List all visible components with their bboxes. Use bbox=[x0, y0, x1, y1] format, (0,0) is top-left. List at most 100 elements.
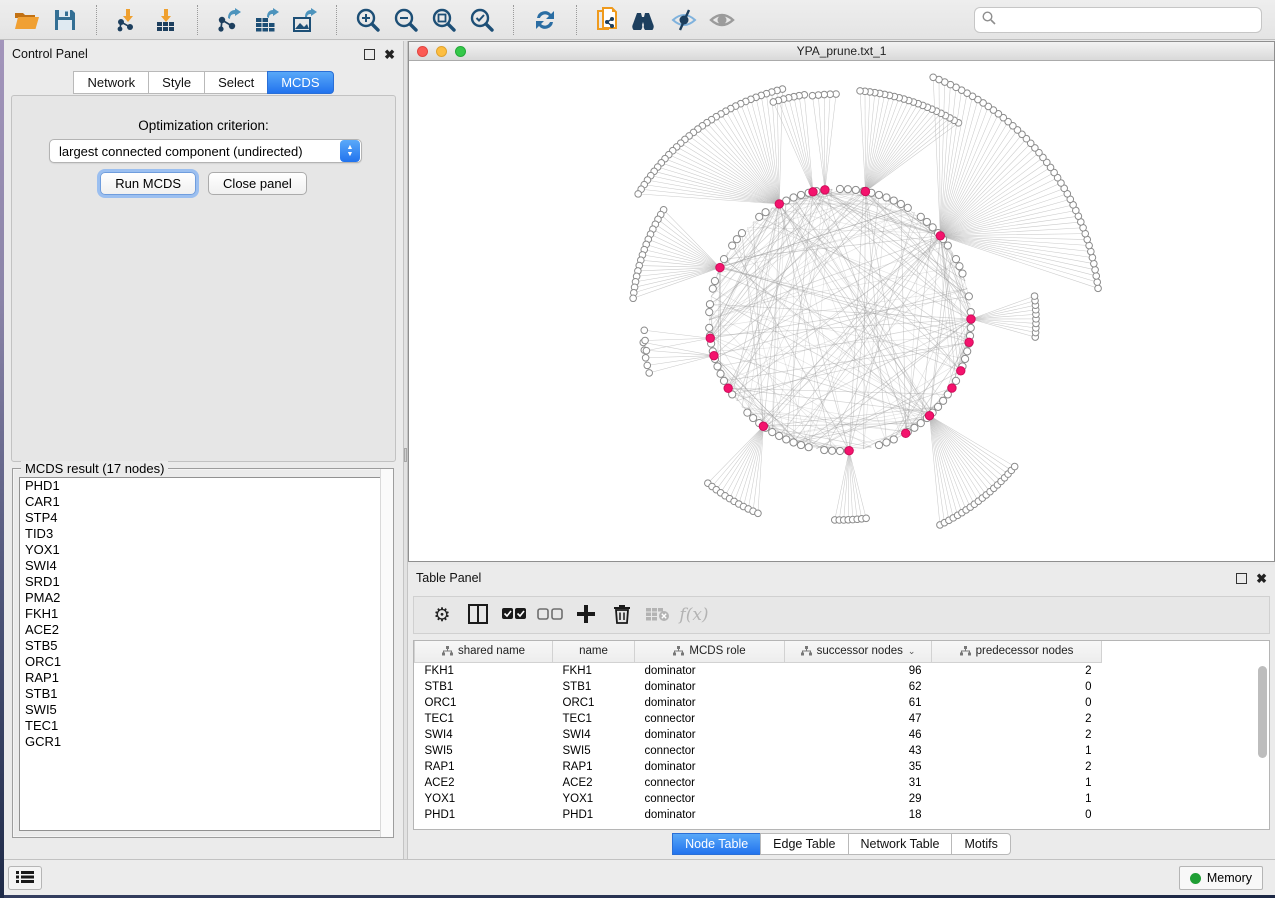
run-mcds-button[interactable]: Run MCDS bbox=[100, 172, 196, 195]
control-panel-tab[interactable]: MCDS bbox=[267, 71, 333, 94]
export-image-button[interactable] bbox=[286, 3, 324, 37]
column-header[interactable]: MCDS role ⌄ bbox=[635, 641, 785, 662]
import-network-icon bbox=[116, 8, 140, 32]
table-tab[interactable]: Network Table bbox=[848, 833, 952, 855]
column-header[interactable]: successor nodes ⌄ bbox=[785, 641, 932, 662]
table-row[interactable]: ACE2ACE2connector 311 bbox=[415, 775, 1259, 791]
splitter-grip[interactable] bbox=[404, 448, 407, 462]
select-all-columns-button[interactable] bbox=[496, 599, 532, 631]
table-row[interactable]: STB1STB1dominator 620 bbox=[415, 679, 1259, 695]
table-row[interactable]: YOX1YOX1connector 291 bbox=[415, 791, 1259, 807]
eye-slash-icon bbox=[671, 9, 697, 31]
delete-column-button[interactable] bbox=[604, 599, 640, 631]
hide-panel-button[interactable] bbox=[665, 3, 703, 37]
mcds-result-item[interactable]: SRD1 bbox=[20, 574, 386, 590]
float-table-panel-icon[interactable] bbox=[1236, 573, 1247, 584]
network-view[interactable] bbox=[409, 61, 1274, 561]
main-toolbar bbox=[0, 0, 1275, 40]
export-network-button[interactable] bbox=[210, 3, 248, 37]
import-table-button[interactable] bbox=[147, 3, 185, 37]
table-row[interactable]: SWI4SWI4dominator 462 bbox=[415, 727, 1259, 743]
hierarchy-icon bbox=[801, 646, 812, 656]
criterion-select[interactable]: largest connected component (undirected)… bbox=[49, 139, 362, 163]
unselect-all-columns-button[interactable] bbox=[532, 599, 568, 631]
control-panel-tab[interactable]: Select bbox=[204, 71, 267, 94]
float-panel-icon[interactable] bbox=[364, 49, 375, 60]
export-table-icon bbox=[254, 8, 280, 32]
zoom-out-icon bbox=[394, 8, 418, 32]
mcds-result-item[interactable]: FKH1 bbox=[20, 606, 386, 622]
mcds-result-item[interactable]: YOX1 bbox=[20, 542, 386, 558]
search-input[interactable] bbox=[996, 13, 1261, 27]
columns-icon bbox=[468, 604, 488, 627]
memory-status-icon bbox=[1190, 873, 1201, 884]
import-network-button[interactable] bbox=[109, 3, 147, 37]
mcds-result-item[interactable]: STB5 bbox=[20, 638, 386, 654]
control-panel-title: Control Panel bbox=[12, 47, 364, 61]
close-window-icon[interactable] bbox=[417, 46, 428, 57]
table-settings-button[interactable]: ⚙ bbox=[424, 599, 460, 631]
clone-network-button[interactable] bbox=[589, 3, 627, 37]
mcds-result-item[interactable]: SWI5 bbox=[20, 702, 386, 718]
add-column-button[interactable] bbox=[568, 599, 604, 631]
mcds-result-item[interactable]: RAP1 bbox=[20, 670, 386, 686]
close-panel-icon[interactable]: ✖ bbox=[384, 48, 395, 61]
close-panel-button[interactable]: Close panel bbox=[208, 172, 307, 195]
memory-button[interactable]: Memory bbox=[1179, 866, 1263, 890]
table-tab[interactable]: Node Table bbox=[672, 833, 760, 855]
zoom-out-button[interactable] bbox=[387, 3, 425, 37]
refresh-layout-button[interactable] bbox=[526, 3, 564, 37]
table-row[interactable]: PHD1PHD1dominator 180 bbox=[415, 807, 1259, 823]
show-panel-button[interactable] bbox=[703, 3, 741, 37]
zoom-fit-button[interactable] bbox=[425, 3, 463, 37]
table-tab[interactable]: Motifs bbox=[951, 833, 1010, 855]
table-row[interactable]: RAP1RAP1dominator 352 bbox=[415, 759, 1259, 775]
maximize-window-icon[interactable] bbox=[455, 46, 466, 57]
table-scrollbar-thumb[interactable] bbox=[1258, 666, 1267, 758]
mcds-result-item[interactable]: ORC1 bbox=[20, 654, 386, 670]
table-tab[interactable]: Edge Table bbox=[760, 833, 847, 855]
table-row[interactable]: SWI5SWI5connector 431 bbox=[415, 743, 1259, 759]
mcds-result-item[interactable]: CAR1 bbox=[20, 494, 386, 510]
mcds-result-item[interactable]: ACE2 bbox=[20, 622, 386, 638]
delete-table-button[interactable] bbox=[640, 599, 676, 631]
list-icon bbox=[16, 870, 34, 887]
hierarchy-icon bbox=[960, 646, 971, 656]
mcds-result-item[interactable]: PHD1 bbox=[20, 478, 386, 494]
node-table[interactable]: shared name ⌄ name ⌄ bbox=[413, 640, 1270, 830]
table-row[interactable]: TEC1TEC1connector 472 bbox=[415, 711, 1259, 727]
mcds-result-item[interactable]: PMA2 bbox=[20, 590, 386, 606]
mcds-result-item[interactable]: GCR1 bbox=[20, 734, 386, 750]
hierarchy-icon bbox=[442, 646, 453, 656]
mcds-result-item[interactable]: STP4 bbox=[20, 510, 386, 526]
column-header[interactable]: predecessor nodes ⌄ bbox=[932, 641, 1102, 662]
mcds-result-list[interactable]: PHD1CAR1STP4TID3YOX1SWI4SRD1PMA2FKH1ACE2… bbox=[19, 477, 387, 831]
network-window-titlebar[interactable]: YPA_prune.txt_1 bbox=[409, 42, 1274, 61]
export-table-button[interactable] bbox=[248, 3, 286, 37]
control-panel-tab[interactable]: Network bbox=[73, 71, 148, 94]
function-builder-button[interactable]: f(x) bbox=[676, 599, 712, 631]
control-panel-tab[interactable]: Style bbox=[148, 71, 204, 94]
mcds-result-item[interactable]: STB1 bbox=[20, 686, 386, 702]
column-header[interactable]: shared name ⌄ bbox=[415, 641, 553, 662]
mcds-result-item[interactable]: TEC1 bbox=[20, 718, 386, 734]
mcds-result-item[interactable]: TID3 bbox=[20, 526, 386, 542]
global-search[interactable] bbox=[974, 7, 1262, 33]
show-columns-button[interactable] bbox=[460, 599, 496, 631]
mcds-result-item[interactable]: SWI4 bbox=[20, 558, 386, 574]
open-file-button[interactable] bbox=[8, 3, 46, 37]
zoom-in-button[interactable] bbox=[349, 3, 387, 37]
task-history-button[interactable] bbox=[8, 866, 42, 890]
network-window: YPA_prune.txt_1 bbox=[408, 41, 1275, 562]
table-scrollbar[interactable] bbox=[1257, 664, 1268, 824]
close-table-panel-icon[interactable]: ✖ bbox=[1256, 572, 1267, 585]
result-list-scrollbar[interactable] bbox=[380, 469, 393, 837]
table-row[interactable]: ORC1ORC1dominator 610 bbox=[415, 695, 1259, 711]
table-row[interactable]: FKH1FKH1dominator 962 bbox=[415, 663, 1259, 679]
hierarchy-icon bbox=[673, 646, 684, 656]
minimize-window-icon[interactable] bbox=[436, 46, 447, 57]
column-header[interactable]: name ⌄ bbox=[553, 641, 635, 662]
save-session-button[interactable] bbox=[46, 3, 84, 37]
search-network-button[interactable] bbox=[627, 3, 665, 37]
zoom-selected-button[interactable] bbox=[463, 3, 501, 37]
